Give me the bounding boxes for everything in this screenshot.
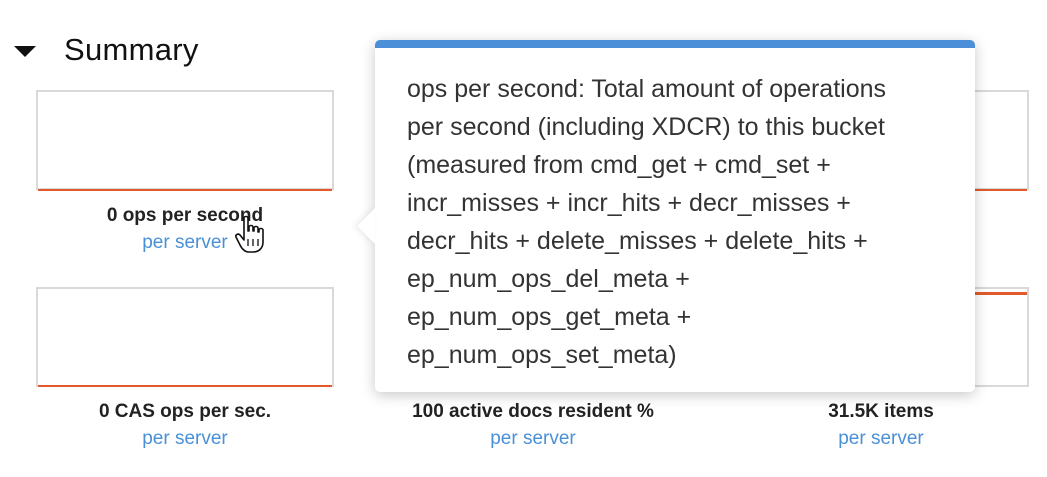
items-per-server-link[interactable]: per server [731,428,1031,450]
summary-header[interactable]: Summary [14,28,199,72]
ops-series-line [38,189,332,191]
summary-title: Summary [64,32,199,67]
ops-per-second-label: 0 ops per second [106,205,264,226]
ops-per-second-graph[interactable] [36,90,334,191]
active-docs-per-server-link[interactable]: per server [383,428,683,450]
active-docs-resident-label: 100 active docs resident % [412,401,654,422]
cas-ops-graph[interactable] [36,287,334,387]
tooltip-text: ops per second: Total amount of operatio… [407,75,887,369]
hand-pointer-icon [234,215,268,260]
cas-ops-label: 0 CAS ops per sec. [98,401,272,422]
cas-series-line [38,385,332,387]
items-label: 31.5K items [828,401,934,422]
ops-per-second-tooltip: ops per second: Total amount of operatio… [357,40,975,392]
cas-per-server-link[interactable]: per server [35,428,335,450]
tooltip-arrow [357,208,375,244]
ops-per-server-link[interactable]: per server [35,232,335,254]
caret-down-icon[interactable] [14,45,36,57]
